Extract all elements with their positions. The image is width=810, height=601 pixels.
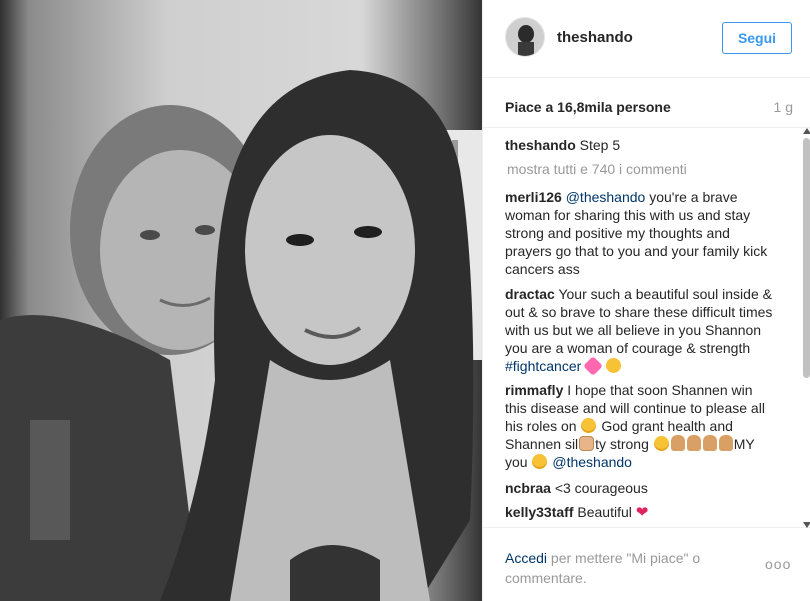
caption: theshando Step 5 — [505, 136, 775, 154]
comment-text: ty strong — [595, 436, 649, 452]
post-username[interactable]: theshando — [557, 29, 633, 46]
comment-text: Beautiful — [577, 504, 632, 520]
comment-item: rimmafly I hope that soon Shannen win th… — [505, 381, 775, 471]
comment-username[interactable]: merli126 — [505, 189, 562, 205]
comments-list: theshando Step 5 mostra tutti e 740 i co… — [483, 128, 810, 528]
red-heart-icon: ❤ — [635, 504, 649, 521]
comment-username[interactable]: theshando — [505, 137, 576, 153]
follow-button[interactable]: Segui — [722, 22, 792, 54]
post-header: theshando Segui — [483, 0, 810, 78]
smiling-face-icon — [532, 454, 548, 469]
mention-link[interactable]: @theshando — [566, 189, 646, 205]
comment-username[interactable]: dractac — [505, 286, 555, 302]
kissing-face-icon — [606, 358, 622, 373]
post-photo[interactable] — [0, 0, 482, 601]
smiling-face-icon — [581, 418, 597, 433]
scroll-thumb[interactable] — [803, 138, 810, 378]
smiling-face-icon — [653, 436, 669, 451]
avatar-image — [506, 18, 544, 56]
comment-item: merli126 @theshando you're a brave woman… — [505, 188, 775, 278]
comment-item: dractac Your such a beautiful soul insid… — [505, 285, 775, 376]
show-all-comments-link[interactable]: mostra tutti e 740 i commenti — [507, 161, 687, 177]
fist-icon — [579, 436, 595, 451]
scroll-up-arrow-icon[interactable] — [803, 128, 810, 134]
post-details-panel: theshando Segui Piace a 16,8mila persone… — [482, 0, 810, 601]
comments-scrollbar[interactable] — [801, 128, 810, 528]
praying-hands-icon — [686, 435, 701, 451]
comment-item: kelly33taff Beautiful ❤ — [505, 503, 775, 522]
likes-count[interactable]: Piace a 16,8mila persone — [505, 99, 671, 115]
login-prompt: Accedi per mettere "Mi piace" o commenta… — [505, 548, 755, 588]
comment-text: Step 5 — [579, 137, 621, 153]
user-avatar[interactable] — [505, 17, 545, 57]
post-stats: Piace a 16,8mila persone 1 g — [483, 78, 810, 128]
photo-illustration — [0, 0, 482, 601]
more-options-button[interactable]: ooo — [765, 556, 791, 572]
post-timestamp[interactable]: 1 g — [774, 99, 793, 115]
comment-username[interactable]: kelly33taff — [505, 504, 573, 520]
hashtag-link[interactable]: #fightcancer — [505, 358, 581, 374]
comment-username[interactable]: ncbraa — [505, 480, 551, 496]
comment-username[interactable]: rimmafly — [505, 382, 563, 398]
praying-hands-icon — [718, 435, 733, 451]
praying-hands-icon — [670, 435, 685, 451]
comment-text: <3 courageous — [554, 480, 648, 496]
comment-item: ncbraa <3 courageous — [505, 479, 775, 497]
sparkling-heart-icon — [583, 356, 604, 376]
mention-link[interactable]: @theshando — [552, 454, 632, 470]
post-footer: Accedi per mettere "Mi piace" o commenta… — [483, 528, 810, 601]
login-link[interactable]: Accedi — [505, 550, 547, 566]
praying-hands-icon — [702, 435, 717, 451]
